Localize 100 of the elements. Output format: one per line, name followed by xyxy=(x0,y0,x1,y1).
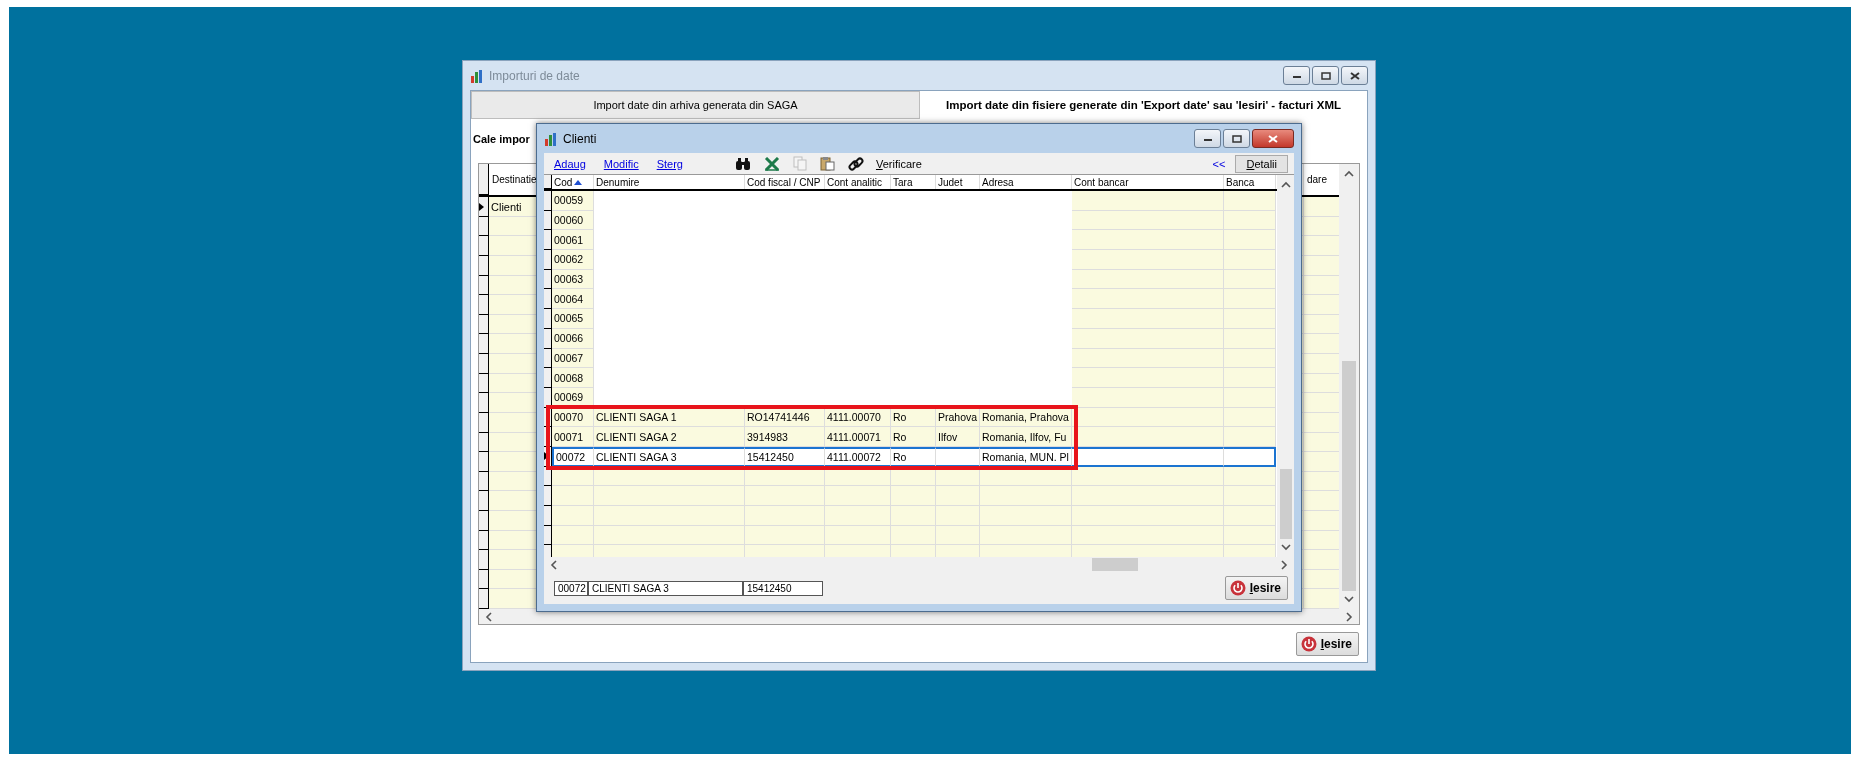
table-cell: 3914983 xyxy=(745,427,825,447)
table-cell: 00068 xyxy=(552,368,594,388)
row-header xyxy=(479,471,489,492)
column-header[interactable]: Adresa xyxy=(980,175,1072,189)
table-cell xyxy=(552,525,594,546)
row-header xyxy=(479,334,489,355)
verify-button[interactable]: Verificare xyxy=(875,157,922,170)
input-field[interactable]: 15412450 xyxy=(743,580,823,596)
row-header xyxy=(479,569,489,590)
exit-button[interactable]: Iesire xyxy=(1295,631,1359,656)
scroll-thumb[interactable] xyxy=(1092,558,1138,571)
close-button[interactable] xyxy=(1341,66,1368,85)
scroll-right-icon[interactable] xyxy=(1345,611,1353,622)
collapse-link[interactable]: << xyxy=(1212,157,1226,170)
row-header xyxy=(479,589,489,609)
column-header[interactable]: Cont analitic xyxy=(825,175,891,189)
table-cell xyxy=(825,506,891,526)
table-cell: 00064 xyxy=(552,289,594,310)
maximize-icon xyxy=(1320,71,1331,80)
table-cell xyxy=(1224,525,1276,546)
action-link[interactable]: Modific xyxy=(603,157,639,170)
clipboard-icon[interactable] xyxy=(819,156,835,171)
table-cell: 00066 xyxy=(552,328,594,349)
column-header[interactable]: Tara xyxy=(891,175,936,189)
column-header[interactable]: Banca xyxy=(1224,175,1276,189)
table-cell xyxy=(1304,530,1339,551)
scroll-up-icon[interactable] xyxy=(1280,181,1291,189)
table-cell xyxy=(1304,432,1339,453)
close-icon xyxy=(1268,134,1278,143)
table-cell xyxy=(1224,486,1276,506)
table-cell xyxy=(1304,510,1339,531)
input-field[interactable]: 00072 xyxy=(554,580,588,596)
table-cell xyxy=(1224,269,1276,290)
table-cell: 00060 xyxy=(552,210,594,231)
table-cell xyxy=(1224,466,1276,487)
table-cell xyxy=(1304,216,1339,237)
column-header[interactable]: Cod fiscal / CNP xyxy=(745,175,825,189)
row-header xyxy=(479,530,489,551)
row-header xyxy=(479,354,489,374)
table-cell: 00062 xyxy=(552,250,594,270)
maximize-button[interactable] xyxy=(1223,129,1250,148)
table-cell: CLIENTI SAGA 2 xyxy=(594,427,745,447)
tab[interactable]: Import date din arhiva generata din SAGA xyxy=(471,91,920,119)
table-cell: Ro xyxy=(891,407,936,428)
action-link[interactable]: Sterg xyxy=(656,157,683,170)
scroll-thumb[interactable] xyxy=(1342,361,1356,591)
minimize-button[interactable] xyxy=(1194,129,1221,148)
table-cell xyxy=(825,525,891,546)
table-cell xyxy=(1224,407,1276,428)
table-cell xyxy=(936,446,980,467)
table-cell: Ro xyxy=(891,427,936,447)
table-cell xyxy=(891,506,936,526)
window-title: Clienti xyxy=(563,131,597,146)
table-cell xyxy=(1224,368,1276,388)
table-cell: CLIENTI SAGA 1 xyxy=(594,407,745,428)
row-header xyxy=(479,256,489,276)
table-cell xyxy=(1224,210,1276,231)
scroll-left-icon[interactable] xyxy=(550,559,558,570)
table-cell xyxy=(1304,569,1339,590)
details-button[interactable]: Detalii xyxy=(1235,154,1288,173)
table-cell xyxy=(1224,289,1276,310)
row-header xyxy=(479,314,489,335)
table-cell: 00067 xyxy=(552,348,594,369)
row-header xyxy=(479,550,489,570)
table-cell: Romania, Ilfov, Fu xyxy=(980,427,1072,447)
maximize-button[interactable] xyxy=(1312,66,1339,85)
minimize-button[interactable] xyxy=(1283,66,1310,85)
table-cell xyxy=(1304,412,1339,433)
scroll-down-icon[interactable] xyxy=(1344,595,1354,603)
table-cell: 00063 xyxy=(552,269,594,290)
link-icon[interactable] xyxy=(847,155,864,172)
table-cell xyxy=(936,506,980,526)
table-cell: 00070 xyxy=(552,407,594,428)
input-field[interactable]: CLIENTI SAGA 3 xyxy=(588,580,743,596)
column-header[interactable]: Cont bancar xyxy=(1072,175,1224,189)
vertical-scrollbar[interactable] xyxy=(1339,164,1359,609)
window-title: Importuri de date xyxy=(489,68,580,83)
table-cell xyxy=(1304,373,1339,394)
row-header xyxy=(479,412,489,433)
column-header[interactable]: Cod xyxy=(552,175,594,189)
scroll-right-icon[interactable] xyxy=(1280,559,1288,570)
close-button[interactable] xyxy=(1252,129,1294,148)
scroll-down-icon[interactable] xyxy=(1280,543,1291,551)
scroll-left-icon[interactable] xyxy=(485,611,493,622)
row-header xyxy=(479,491,489,511)
column-header[interactable]: Judet xyxy=(936,175,980,189)
spreadsheet-icon[interactable] xyxy=(763,156,780,171)
binoculars-icon[interactable] xyxy=(734,156,751,171)
column-header[interactable]: Denumire xyxy=(594,175,745,189)
table-cell xyxy=(1224,309,1276,329)
row-header xyxy=(479,373,489,394)
exit-button[interactable]: Iesire xyxy=(1224,576,1288,600)
scroll-thumb[interactable] xyxy=(1279,469,1292,539)
power-icon xyxy=(1300,635,1317,652)
scroll-up-icon[interactable] xyxy=(1344,170,1354,178)
path-label: Cale impor xyxy=(473,133,530,145)
table-cell xyxy=(1224,230,1276,251)
table-cell: Romania, Prahova xyxy=(980,407,1072,428)
table-cell xyxy=(1304,334,1339,355)
table-cell xyxy=(825,486,891,506)
